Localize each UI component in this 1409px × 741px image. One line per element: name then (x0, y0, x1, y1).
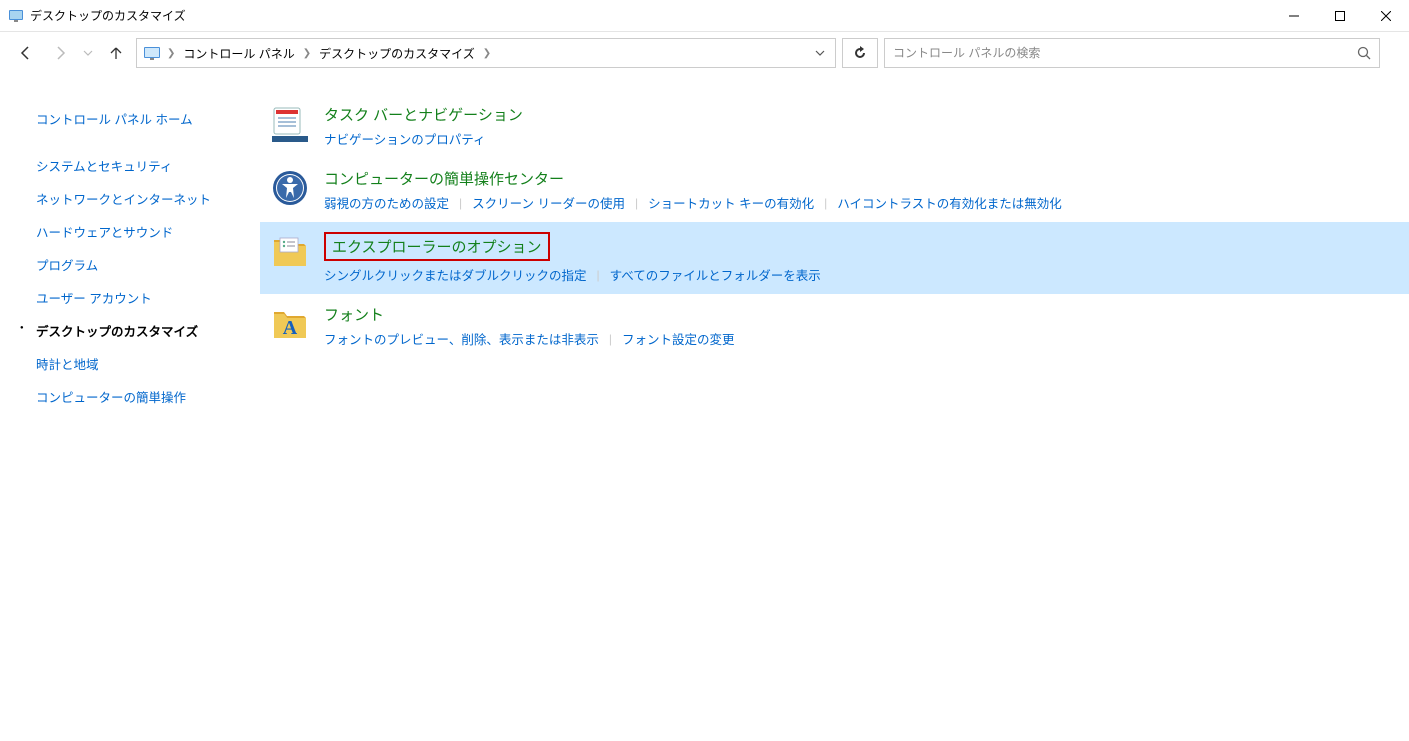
sidebar-item-clock-region[interactable]: 時計と地域 (36, 347, 260, 380)
search-input[interactable] (893, 46, 1357, 60)
separator: | (824, 196, 827, 210)
sidebar-item-user-accounts[interactable]: ユーザー アカウント (36, 281, 260, 314)
app-icon (8, 8, 24, 24)
forward-button[interactable] (46, 39, 74, 67)
ease-of-access-icon (270, 168, 310, 208)
category-body: コンピューターの簡単操作センター 弱視の方のための設定 | スクリーン リーダー… (324, 168, 1389, 212)
back-button[interactable] (12, 39, 40, 67)
close-button[interactable] (1363, 0, 1409, 32)
address-dropdown-icon[interactable] (811, 48, 829, 58)
category-links: ナビゲーションのプロパティ (324, 129, 1389, 148)
link-navigation-properties[interactable]: ナビゲーションのプロパティ (324, 129, 486, 148)
separator: | (635, 196, 638, 210)
category-explorer-options[interactable]: エクスプローラーのオプション シングルクリックまたはダブルクリックの指定 | す… (260, 222, 1409, 294)
link-font-preview-delete[interactable]: フォントのプレビュー、削除、表示または非表示 (324, 329, 599, 348)
sidebar-item-system-security[interactable]: システムとセキュリティ (36, 149, 260, 182)
up-button[interactable] (102, 39, 130, 67)
category-body: タスク バーとナビゲーション ナビゲーションのプロパティ (324, 104, 1389, 148)
separator: | (609, 332, 612, 346)
maximize-button[interactable] (1317, 0, 1363, 32)
sidebar-item-programs[interactable]: プログラム (36, 248, 260, 281)
category-links: 弱視の方のための設定 | スクリーン リーダーの使用 | ショートカット キーの… (324, 193, 1389, 212)
taskbar-icon (270, 104, 310, 144)
breadcrumb-current[interactable]: デスクトップのカスタマイズ (315, 43, 479, 64)
search-box[interactable] (884, 38, 1380, 68)
link-font-settings[interactable]: フォント設定の変更 (622, 329, 735, 348)
link-single-double-click[interactable]: シングルクリックまたはダブルクリックの指定 (324, 265, 587, 284)
chevron-right-icon: ❯ (165, 48, 177, 59)
font-icon: A (270, 304, 310, 344)
window-controls (1271, 0, 1409, 32)
breadcrumb: ❯ コントロール パネル ❯ デスクトップのカスタマイズ ❯ (165, 43, 493, 64)
link-screen-reader[interactable]: スクリーン リーダーの使用 (472, 193, 625, 212)
breadcrumb-control-panel[interactable]: コントロール パネル (179, 43, 298, 64)
sidebar-item-ease-of-access[interactable]: コンピューターの簡単操作 (36, 380, 260, 413)
link-show-all-files[interactable]: すべてのファイルとフォルダーを表示 (610, 265, 821, 284)
address-bar[interactable]: ❯ コントロール パネル ❯ デスクトップのカスタマイズ ❯ (136, 38, 836, 68)
separator: | (597, 268, 600, 282)
category-ease-of-access: コンピューターの簡単操作センター 弱視の方のための設定 | スクリーン リーダー… (260, 158, 1409, 222)
recent-dropdown[interactable] (80, 39, 96, 67)
category-fonts: A フォント フォントのプレビュー、削除、表示または非表示 | フォント設定の変… (260, 294, 1409, 358)
toolbar: ❯ コントロール パネル ❯ デスクトップのカスタマイズ ❯ (0, 32, 1409, 74)
search-icon[interactable] (1357, 46, 1371, 60)
folder-options-icon (270, 232, 310, 272)
category-links: シングルクリックまたはダブルクリックの指定 | すべてのファイルとフォルダーを表… (324, 265, 1389, 284)
sidebar-home[interactable]: コントロール パネル ホーム (36, 102, 260, 135)
sidebar-item-hardware-sound[interactable]: ハードウェアとサウンド (36, 215, 260, 248)
body: コントロール パネル ホーム システムとセキュリティ ネットワークとインターネッ… (0, 74, 1409, 741)
svg-text:A: A (283, 317, 298, 339)
category-body: エクスプローラーのオプション シングルクリックまたはダブルクリックの指定 | す… (324, 232, 1389, 284)
control-panel-icon (143, 44, 161, 62)
link-shortcut-keys[interactable]: ショートカット キーの有効化 (648, 193, 814, 212)
refresh-button[interactable] (842, 38, 878, 68)
category-taskbar: タスク バーとナビゲーション ナビゲーションのプロパティ (260, 94, 1409, 158)
chevron-right-icon: ❯ (301, 48, 313, 59)
minimize-button[interactable] (1271, 0, 1317, 32)
window-title: デスクトップのカスタマイズ (30, 7, 186, 24)
category-title-explorer-options[interactable]: エクスプローラーのオプション (324, 232, 550, 261)
sidebar-item-desktop-customize[interactable]: デスクトップのカスタマイズ (36, 314, 260, 347)
category-title-fonts[interactable]: フォント (324, 304, 384, 325)
category-links: フォントのプレビュー、削除、表示または非表示 | フォント設定の変更 (324, 329, 1389, 348)
link-low-vision-settings[interactable]: 弱視の方のための設定 (324, 193, 449, 212)
category-body: フォント フォントのプレビュー、削除、表示または非表示 | フォント設定の変更 (324, 304, 1389, 348)
content: タスク バーとナビゲーション ナビゲーションのプロパティ コンピューターの簡単操… (260, 74, 1409, 741)
chevron-right-icon: ❯ (481, 48, 493, 59)
category-title-ease-of-access[interactable]: コンピューターの簡単操作センター (324, 168, 564, 189)
titlebar: デスクトップのカスタマイズ (0, 0, 1409, 32)
sidebar: コントロール パネル ホーム システムとセキュリティ ネットワークとインターネッ… (0, 74, 260, 741)
category-title-taskbar[interactable]: タスク バーとナビゲーション (324, 104, 523, 125)
sidebar-item-network-internet[interactable]: ネットワークとインターネット (36, 182, 260, 215)
link-high-contrast[interactable]: ハイコントラストの有効化または無効化 (837, 193, 1062, 212)
separator: | (459, 196, 462, 210)
